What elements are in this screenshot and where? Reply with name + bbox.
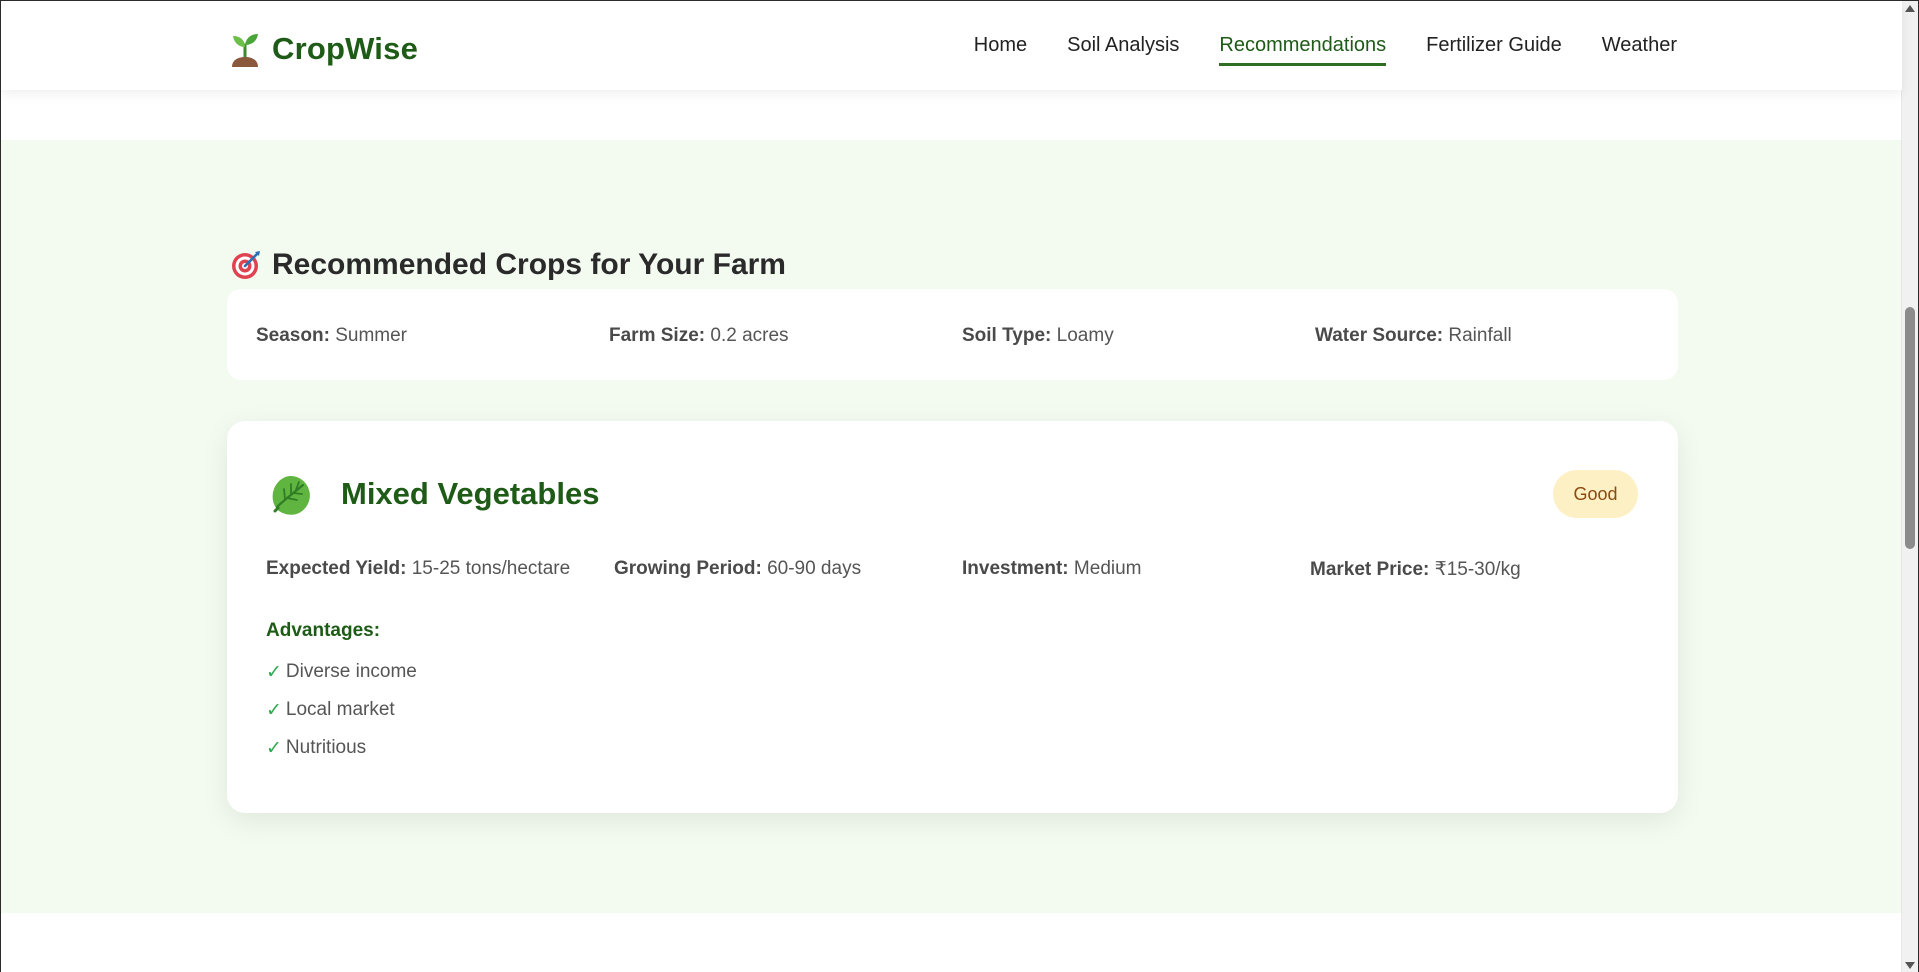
advantages-list: ✓ Diverse income ✓ Local market ✓ Nutrit…: [266, 661, 417, 775]
seedling-icon: [232, 34, 258, 67]
target-icon: [232, 251, 260, 279]
period-label: Growing Period:: [614, 558, 762, 579]
section-heading: Recommended Crops for Your Farm: [230, 248, 786, 282]
investment-value: Medium: [1073, 558, 1142, 579]
farm-size-label: Farm Size:: [609, 325, 706, 346]
nav-home[interactable]: Home: [974, 34, 1027, 66]
list-item: ✓ Diverse income: [266, 661, 417, 699]
vertical-scrollbar[interactable]: [1901, 1, 1918, 972]
browser-viewport: CropWise Home Soil Analysis Recommendati…: [0, 0, 1919, 972]
price-value: ₹15-30/kg: [1434, 559, 1521, 580]
nav-recommendations[interactable]: Recommendations: [1219, 34, 1387, 66]
info-water-source: Water Source: Rainfall: [1315, 325, 1512, 347]
info-season: Season: Summer: [256, 325, 407, 347]
crop-card[interactable]: Mixed Vegetables Good Expected Yield: 15…: [227, 421, 1678, 813]
investment-label: Investment:: [962, 558, 1069, 579]
list-item: ✓ Local market: [266, 699, 417, 737]
nav-weather[interactable]: Weather: [1602, 34, 1677, 66]
season-label: Season:: [256, 325, 330, 346]
crop-name: Mixed Vegetables: [341, 476, 600, 511]
recommendations-section: Recommended Crops for Your Farm Season: …: [1, 140, 1902, 913]
yield-label: Expected Yield:: [266, 558, 407, 579]
price-label: Market Price:: [1310, 559, 1430, 580]
yield-value: 15-25 tons/hectare: [411, 558, 571, 579]
farm-info-card: Season: Summer Farm Size: 0.2 acres Soil…: [227, 289, 1678, 380]
stat-expected-yield: Expected Yield: 15-25 tons/hectare: [266, 558, 570, 580]
stat-market-price: Market Price: ₹15-30/kg: [1310, 558, 1521, 581]
check-icon: ✓: [266, 738, 282, 759]
main-nav: Home Soil Analysis Recommendations Ferti…: [974, 34, 1677, 66]
scrollbar-thumb[interactable]: [1905, 307, 1915, 549]
brand-name: CropWise: [272, 31, 419, 66]
rating-badge: Good: [1553, 470, 1638, 518]
check-icon: ✓: [266, 700, 282, 721]
soil-type-label: Soil Type:: [962, 325, 1052, 346]
section-title: Recommended Crops for Your Farm: [272, 248, 786, 281]
advantage-text: Diverse income: [285, 661, 417, 682]
top-navbar: CropWise Home Soil Analysis Recommendati…: [1, 1, 1902, 90]
season-value: Summer: [335, 325, 407, 346]
nav-fertilizer-guide[interactable]: Fertilizer Guide: [1426, 34, 1562, 66]
scroll-up-arrow-icon[interactable]: [1905, 5, 1915, 12]
water-source-value: Rainfall: [1448, 325, 1512, 346]
check-icon: ✓: [266, 662, 282, 683]
stat-growing-period: Growing Period: 60-90 days: [614, 558, 861, 580]
scroll-down-arrow-icon[interactable]: [1905, 962, 1915, 969]
period-value: 60-90 days: [767, 558, 862, 579]
stat-investment: Investment: Medium: [962, 558, 1142, 580]
nav-soil-analysis[interactable]: Soil Analysis: [1067, 34, 1179, 66]
brand-logo[interactable]: CropWise: [230, 27, 418, 71]
advantages-title: Advantages:: [266, 620, 381, 641]
advantage-text: Local market: [285, 699, 395, 720]
leafy-green-icon: [272, 476, 310, 515]
farm-size-value: 0.2 acres: [710, 325, 789, 346]
advantage-text: Nutritious: [285, 737, 367, 758]
water-source-label: Water Source:: [1315, 325, 1444, 346]
info-farm-size: Farm Size: 0.2 acres: [609, 325, 789, 347]
list-item: ✓ Nutritious: [266, 737, 417, 775]
soil-type-value: Loamy: [1056, 325, 1114, 346]
info-soil-type: Soil Type: Loamy: [962, 325, 1114, 347]
